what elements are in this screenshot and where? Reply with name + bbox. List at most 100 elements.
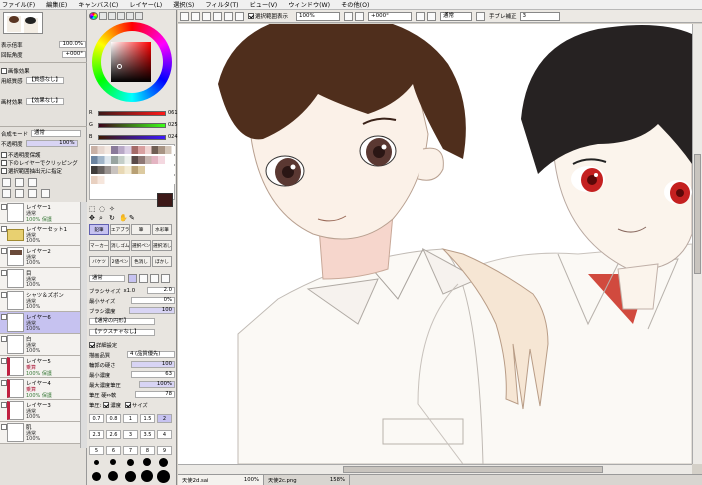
brush-preset[interactable]: 2.6 <box>106 430 121 439</box>
blue-slider-track[interactable] <box>98 135 166 140</box>
stabilizer-select[interactable]: 3 <box>519 11 560 21</box>
navigator-preview[interactable] <box>3 12 43 34</box>
tool-watercolor[interactable]: 水彩筆 <box>152 224 172 235</box>
tool-bucket[interactable]: バケツ <box>89 256 109 267</box>
green-slider-track[interactable] <box>98 123 166 128</box>
merge-down-icon[interactable] <box>15 189 24 198</box>
swatch-palette[interactable] <box>89 144 175 200</box>
scratchpad-tab-icon[interactable] <box>126 12 134 20</box>
texture-select[interactable]: 【質感なし】 <box>25 77 64 84</box>
hand-tool-icon[interactable]: ✋ <box>119 214 128 222</box>
transfer-down-icon[interactable] <box>2 189 11 198</box>
min-size-value[interactable]: 0% <box>131 297 175 304</box>
pressure-density-checkbox[interactable] <box>103 401 110 408</box>
move-tool-icon[interactable]: ✥ <box>89 214 95 222</box>
angle-select[interactable]: +000° <box>368 11 413 21</box>
tool-pencil[interactable]: 鉛筆 <box>89 224 109 235</box>
min-density-value[interactable]: 63 <box>131 371 175 378</box>
max-density-value[interactable]: 100% <box>139 381 175 388</box>
menu-window[interactable]: ウィンドウ(W) <box>288 0 330 9</box>
green-slider[interactable]: G 025 <box>89 122 178 129</box>
menu-filter[interactable]: フィルタ(T) <box>205 0 238 9</box>
layer-scrollbar[interactable] <box>80 202 87 448</box>
tool-blur[interactable]: ぼかし <box>152 256 172 267</box>
tool-marker[interactable]: マーカー <box>89 240 109 251</box>
tool-color-eraser[interactable]: 色消し <box>131 256 151 267</box>
magic-wand-icon[interactable]: ✧ <box>109 205 115 213</box>
red-slider[interactable]: R 061 <box>89 110 178 117</box>
brush-preset[interactable]: 6 <box>106 446 121 455</box>
select-icon[interactable] <box>191 11 200 21</box>
layer-item[interactable]: レイヤー4 乗算 100% 保護 <box>0 378 80 400</box>
brush-dot-icon[interactable] <box>92 472 101 481</box>
tool-eraser[interactable]: 消しゴム <box>110 240 130 251</box>
detail-checkbox[interactable] <box>89 341 95 348</box>
angle-value[interactable]: +000° <box>62 51 86 58</box>
tool-select-eraser[interactable]: 選択消し <box>152 240 172 251</box>
tool-brush[interactable]: 筆 <box>131 224 151 235</box>
palette-tab-icon[interactable] <box>117 12 125 20</box>
color-picker-marker[interactable] <box>117 64 122 69</box>
layer-item-selected[interactable]: レイヤー6 通常 100% <box>0 312 80 334</box>
pressure-value[interactable]: 78 <box>135 391 175 398</box>
layer-item[interactable]: レイヤー3 通常 100% <box>0 400 80 422</box>
zoom-in-icon[interactable] <box>355 11 365 21</box>
shape-hill-icon[interactable] <box>139 274 148 283</box>
layer-item[interactable]: 目通常 100% <box>0 268 80 290</box>
pressure-size-checkbox[interactable] <box>125 401 131 408</box>
brush-preset-selected[interactable]: 2 <box>157 414 172 423</box>
brush-preset[interactable]: 7 <box>123 446 138 455</box>
menu-canvas[interactable]: キャンバス(C) <box>78 0 118 9</box>
horizontal-scroll-thumb[interactable] <box>343 466 603 473</box>
zoom-value[interactable]: 100.0% <box>59 41 86 48</box>
menu-other[interactable]: その他(O) <box>341 0 369 9</box>
select-source-checkbox[interactable] <box>1 167 7 174</box>
menu-file[interactable]: ファイル(F) <box>2 0 35 9</box>
layer-item[interactable]: レイヤー5 乗算 100% 保護 <box>0 356 80 378</box>
zoom-tool-icon[interactable]: ⌕ <box>99 214 103 223</box>
effects-toggle[interactable] <box>1 67 7 74</box>
rotate-tool-icon[interactable]: ↻ <box>109 214 115 222</box>
layer-item[interactable]: 白通常 100% <box>0 334 80 356</box>
color-wheel[interactable] <box>92 22 172 102</box>
eyedropper-icon[interactable]: ✎ <box>129 214 135 222</box>
brush-dot-icon[interactable] <box>159 458 168 467</box>
rotate-right-icon[interactable] <box>427 11 437 21</box>
tab-document-2[interactable]: 天使2c.png 158% <box>264 475 350 485</box>
new-folder-icon[interactable] <box>15 178 24 187</box>
tool-select-pen[interactable]: 選択ペン <box>131 240 151 251</box>
brush-preset[interactable]: 1 <box>123 414 138 423</box>
brush-preset[interactable]: 1.5 <box>140 414 155 423</box>
layer-item[interactable]: レイヤー1 通常 100% 保護 <box>0 202 80 224</box>
brush-preset[interactable]: 2.3 <box>89 430 104 439</box>
clip-checkbox[interactable] <box>1 159 7 166</box>
brush-dot-icon[interactable] <box>110 459 116 465</box>
brush-preset[interactable]: 0.7 <box>89 414 104 423</box>
effect-select[interactable]: 【効果なし】 <box>25 98 64 105</box>
undo-icon[interactable] <box>213 11 222 21</box>
shape-flat-icon[interactable] <box>128 274 137 283</box>
brush-texture-select[interactable]: 【テクスチャなし】 <box>89 329 155 336</box>
new-icon[interactable] <box>180 11 189 21</box>
menu-select[interactable]: 選択(S) <box>173 0 194 9</box>
rgb-tab-icon[interactable] <box>99 12 107 20</box>
menu-edit[interactable]: 編集(E) <box>46 0 67 9</box>
brush-dot-icon[interactable] <box>125 471 136 482</box>
brush-shape-select[interactable]: 【通常の円形】 <box>89 318 155 325</box>
brush-dot-icon[interactable] <box>141 470 153 482</box>
brush-dot-icon[interactable] <box>108 471 118 481</box>
brush-preset[interactable]: 5 <box>89 446 104 455</box>
zoom-select[interactable]: 100% <box>296 11 341 21</box>
brush-size-value[interactable]: 2.0 <box>147 287 175 294</box>
lasso-tool-icon[interactable]: ◌ <box>99 205 105 213</box>
redo-icon[interactable] <box>224 11 233 21</box>
vertical-scroll-thumb[interactable] <box>694 154 701 274</box>
brush-dot-icon[interactable] <box>127 459 134 466</box>
brush-preset[interactable]: 3 <box>123 430 138 439</box>
canvas-horizontal-scrollbar[interactable] <box>178 464 692 474</box>
rotate-left-icon[interactable] <box>416 11 426 21</box>
hsv-tab-icon[interactable] <box>108 12 116 20</box>
brush-preset[interactable]: 4 <box>157 430 172 439</box>
shape-soft-icon[interactable] <box>161 274 170 283</box>
menu-view[interactable]: ビュー(V) <box>250 0 278 9</box>
